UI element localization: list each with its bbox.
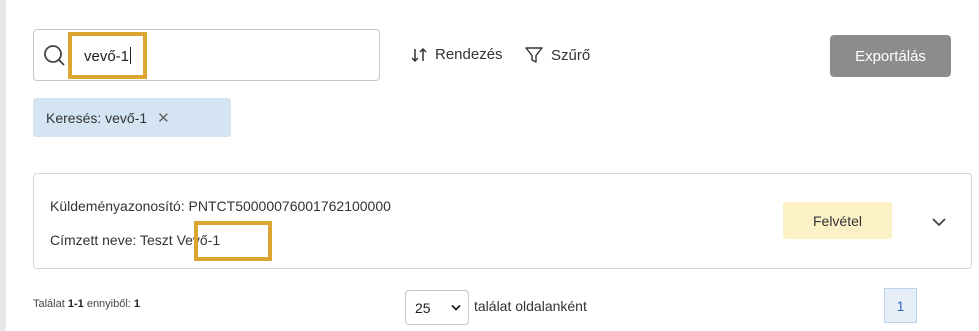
sort-label: Rendezés bbox=[435, 46, 503, 63]
chevron-down-icon bbox=[451, 304, 461, 311]
close-icon[interactable]: ✕ bbox=[157, 109, 170, 127]
shipment-id: Küldeményazonosító: PNTCT500000760017621… bbox=[50, 198, 391, 214]
filter-label: Szűrő bbox=[551, 46, 591, 64]
recipient-name: Címzett neve: Teszt Vevő-1 bbox=[50, 232, 221, 248]
sort-button[interactable]: Rendezés bbox=[411, 46, 503, 63]
search-icon bbox=[44, 45, 65, 66]
text-caret bbox=[130, 47, 132, 64]
chip-label: Keresés: vevő-1 bbox=[46, 109, 148, 126]
search-value: vevő-1 bbox=[84, 47, 132, 65]
per-page-label: találat oldalanként bbox=[474, 298, 587, 314]
active-filter-chip: Keresés: vevő-1 ✕ bbox=[33, 98, 231, 137]
filter-icon bbox=[525, 47, 543, 63]
results-summary: Találat 1-1 ennyiből: 1 bbox=[33, 298, 141, 310]
left-border bbox=[0, 0, 6, 331]
export-button[interactable]: Exportálás bbox=[830, 35, 951, 77]
page-button-current[interactable]: 1 bbox=[884, 288, 917, 323]
per-page-value: 25 bbox=[415, 299, 431, 316]
per-page-select[interactable]: 25 bbox=[405, 290, 469, 325]
status-badge: Felvétel bbox=[783, 202, 892, 239]
search-input[interactable]: vevő-1 bbox=[33, 29, 380, 81]
sort-icon bbox=[411, 47, 427, 62]
chevron-down-icon[interactable] bbox=[927, 210, 951, 234]
shipment-card[interactable]: Küldeményazonosító: PNTCT500000760017621… bbox=[33, 173, 972, 269]
filter-button[interactable]: Szűrő bbox=[525, 46, 590, 64]
